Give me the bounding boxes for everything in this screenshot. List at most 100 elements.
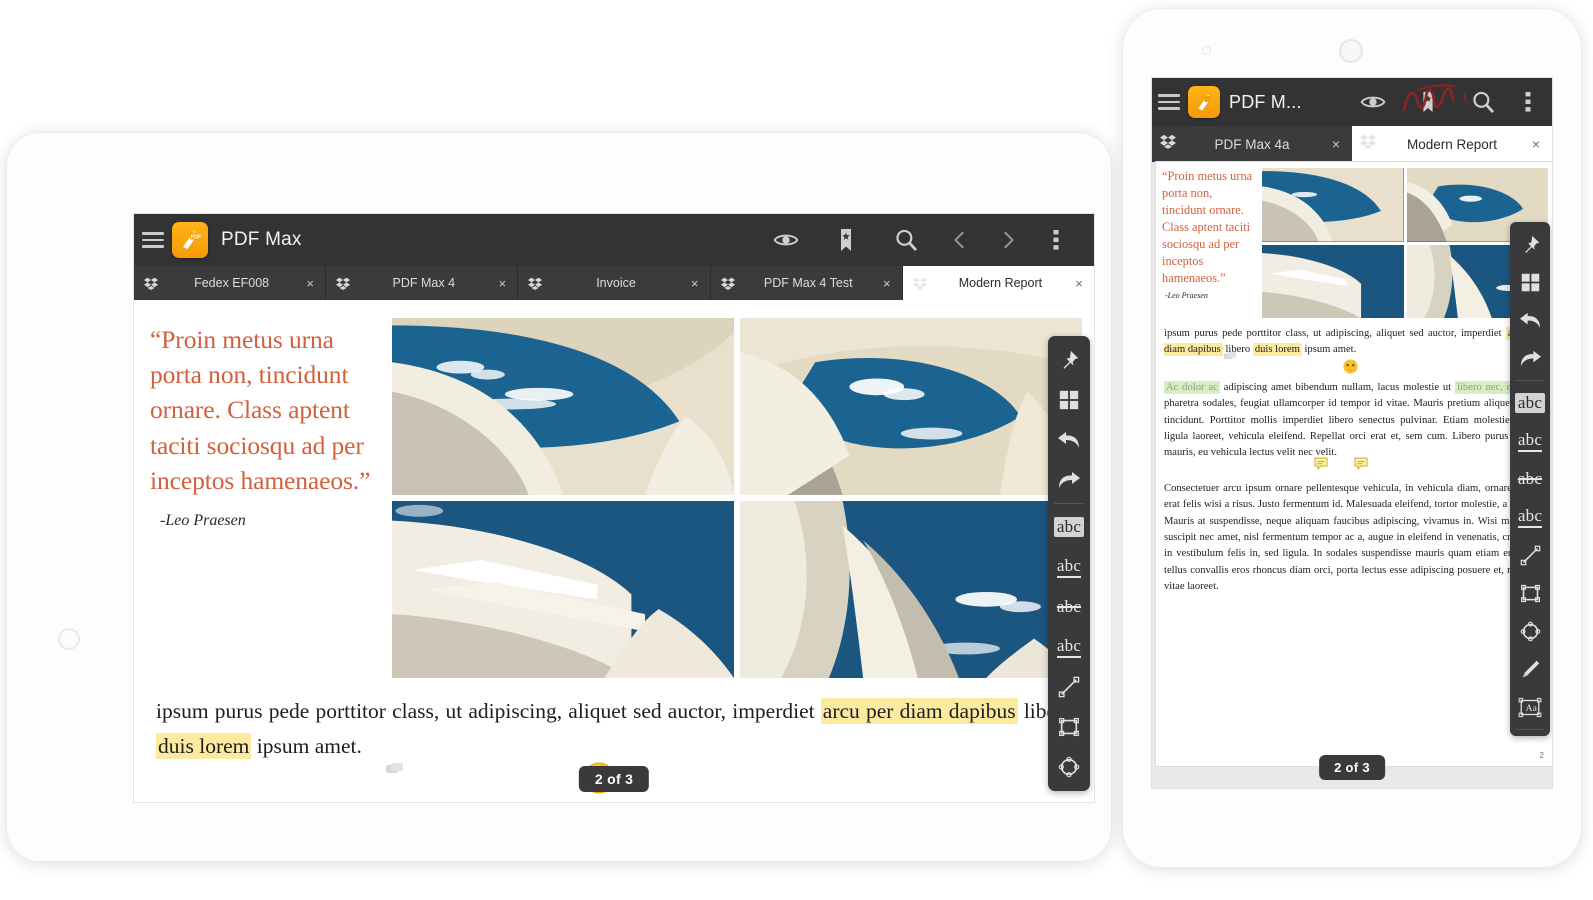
chevron-left-icon[interactable]: [936, 214, 984, 266]
comment-bubble-icon-1[interactable]: [1314, 457, 1328, 476]
photo-1: [392, 318, 734, 495]
pencil-tool[interactable]: [1510, 650, 1550, 688]
phone-page-paper: “Proin metus urna porta non, tincidunt o…: [1156, 162, 1552, 766]
tab-close-icon[interactable]: ×: [495, 276, 509, 291]
pull-quote-text: “Proin metus urna porta non, tincidunt o…: [1162, 168, 1258, 287]
strikethrough-tool[interactable]: abc: [1048, 587, 1090, 627]
highlight-tool[interactable]: abc: [1048, 507, 1090, 547]
pin-tool[interactable]: [1510, 225, 1550, 263]
phone-document-page[interactable]: “Proin metus urna porta non, tincidunt o…: [1152, 162, 1552, 788]
tab-fedex-ef008[interactable]: Fedex EF008 ×: [134, 266, 326, 300]
eye-icon[interactable]: [756, 214, 816, 266]
tab-label: Invoice: [544, 276, 687, 290]
underline-tool-label: abc: [1518, 430, 1542, 452]
highlight-tool-label: abc: [1515, 393, 1545, 413]
app-logo-icon[interactable]: PDF: [172, 222, 208, 258]
page-indicator-badge[interactable]: 2 of 3: [579, 766, 649, 792]
pull-quote-author: -Leo Praesen: [1165, 291, 1258, 300]
grid-tool[interactable]: [1048, 380, 1090, 420]
screenshot-stage: PDF PDF Max: [0, 0, 1593, 900]
tab-pdf-max-4[interactable]: PDF Max 4 ×: [326, 266, 518, 300]
app-logo-icon[interactable]: [1188, 86, 1220, 118]
tablet-toolbar-actions: [756, 214, 1080, 266]
bookmark-icon[interactable]: [816, 214, 876, 266]
tab-modern-report[interactable]: Modern Report ×: [1352, 126, 1552, 162]
chevron-right-icon[interactable]: [984, 214, 1032, 266]
app-title: PDF M...: [1229, 92, 1302, 113]
page-indicator-badge[interactable]: 2 of 3: [1319, 755, 1385, 780]
highlight-green-1[interactable]: Ac dolor ac: [1164, 381, 1220, 394]
comment-note-icon[interactable]: [386, 763, 404, 782]
pin-tool[interactable]: [1048, 340, 1090, 380]
pull-quote-text: “Proin metus urna porta non, tincidunt o…: [150, 322, 382, 498]
menu-icon[interactable]: [1158, 94, 1180, 110]
tab-close-icon[interactable]: ×: [688, 276, 702, 291]
rectangle-tool[interactable]: [1510, 574, 1550, 612]
menu-icon[interactable]: [142, 232, 164, 248]
tablet-annotation-toolbar: abc abc abc abc: [1048, 336, 1090, 791]
photo-grid: [1262, 168, 1548, 318]
photo-4: [740, 501, 1082, 678]
squiggly-tool[interactable]: abc: [1510, 498, 1550, 536]
search-icon[interactable]: [876, 214, 936, 266]
rectangle-tool[interactable]: [1048, 707, 1090, 747]
highlight-tool[interactable]: abc: [1510, 384, 1550, 422]
highlight-tool-label: abc: [1054, 517, 1084, 537]
body-text-part-3: ipsum amet.: [1302, 344, 1356, 355]
photo-grid: [392, 318, 1082, 678]
pull-quote-block: “Proin metus urna porta non, tincidunt o…: [1162, 168, 1258, 318]
tab-pdf-max-4a[interactable]: PDF Max 4a ×: [1152, 126, 1352, 162]
tablet-home-button[interactable]: [58, 628, 80, 650]
highlight-yellow-1[interactable]: arcu per diam dapibus: [821, 698, 1018, 724]
tablet-screen: PDF PDF Max: [134, 214, 1094, 802]
undo-tool[interactable]: [1510, 301, 1550, 339]
line-tool[interactable]: [1048, 667, 1090, 707]
photo-3: [1262, 245, 1404, 319]
proximity-sensor: [1202, 46, 1211, 55]
comment-bubble-icon-2[interactable]: [1354, 457, 1368, 476]
body-text-part-3: ipsum amet.: [251, 734, 361, 758]
tab-invoice[interactable]: Invoice ×: [518, 266, 710, 300]
more-vertical-icon[interactable]: [1032, 214, 1080, 266]
undo-tool[interactable]: [1048, 420, 1090, 460]
dropbox-icon: [719, 277, 737, 290]
tab-close-icon[interactable]: ×: [880, 276, 894, 291]
text-tool[interactable]: Aa: [1510, 688, 1550, 726]
tab-close-icon[interactable]: ×: [1072, 276, 1086, 291]
tab-close-icon[interactable]: ×: [1528, 136, 1544, 152]
highlight-yellow-2[interactable]: duis lorem: [156, 733, 251, 759]
more-vertical-icon[interactable]: [1510, 78, 1546, 126]
sticker-emoji-icon[interactable]: [1342, 358, 1359, 381]
toolbar-divider: [1516, 380, 1544, 381]
search-icon[interactable]: [1455, 78, 1510, 126]
eye-icon[interactable]: [1345, 78, 1400, 126]
pull-quote-author: -Leo Praesen: [160, 512, 382, 530]
redo-tool[interactable]: [1510, 339, 1550, 377]
dropbox-icon: [911, 277, 929, 290]
tablet-document-page[interactable]: “Proin metus urna porta non, tincidunt o…: [134, 300, 1094, 802]
highlight-yellow-2[interactable]: duis lorem: [1253, 343, 1302, 356]
underline-tool[interactable]: abc: [1510, 422, 1550, 460]
grid-tool[interactable]: [1510, 263, 1550, 301]
underline-tool[interactable]: abc: [1048, 547, 1090, 587]
tab-label: PDF Max 4: [352, 276, 495, 290]
tab-label: Fedex EF008: [160, 276, 303, 290]
tab-label: PDF Max 4 Test: [737, 276, 880, 290]
dropbox-icon: [1360, 134, 1376, 154]
bookmark-icon[interactable]: [1400, 78, 1455, 126]
redo-tool[interactable]: [1048, 460, 1090, 500]
ellipse-tool[interactable]: [1510, 612, 1550, 650]
squiggly-tool-label: abc: [1518, 506, 1542, 528]
line-tool[interactable]: [1510, 536, 1550, 574]
comment-note-icon[interactable]: [1224, 352, 1237, 368]
ellipse-tool[interactable]: [1048, 747, 1090, 787]
paragraph-2: Ac dolor ac adipiscing amet bibendum nul…: [1164, 380, 1544, 462]
tab-modern-report[interactable]: Modern Report ×: [903, 266, 1094, 300]
tab-label: Modern Report: [929, 276, 1072, 290]
tab-close-icon[interactable]: ×: [1328, 136, 1344, 152]
tab-pdf-max-4-test[interactable]: PDF Max 4 Test ×: [711, 266, 903, 300]
squiggly-tool[interactable]: abc: [1048, 627, 1090, 667]
phone-screen: PDF M...: [1152, 78, 1552, 788]
tab-close-icon[interactable]: ×: [303, 276, 317, 291]
strikethrough-tool[interactable]: abc: [1510, 460, 1550, 498]
